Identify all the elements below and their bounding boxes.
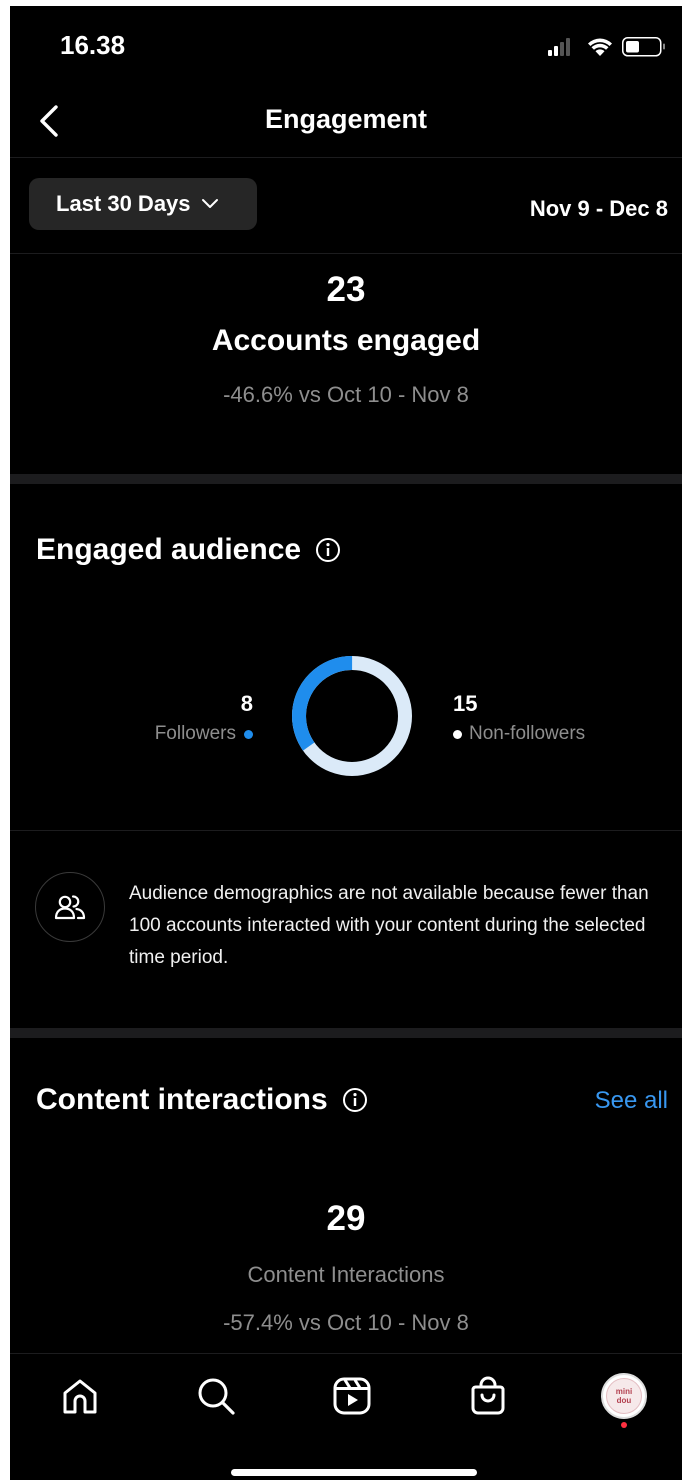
date-range-dropdown-label: Last 30 Days [56,191,191,216]
audience-divider [10,830,682,831]
followers-value: 8 [240,691,253,716]
non-followers-dot [453,729,462,739]
followers-dot [244,729,253,739]
accounts-engaged-comparison: -46.6% vs Oct 10 - Nov 8 [223,382,469,407]
info-icon[interactable] [342,1087,368,1113]
people-icon [54,895,86,920]
tab-reels[interactable] [330,1374,374,1418]
audience-notice-text: Audience demographics are not available … [129,883,649,968]
screen: 16.38 Engagement Last 30 Days Nov 9 - De… [10,6,682,1480]
shop-icon [471,1376,505,1415]
signal-icon [548,38,570,56]
accounts-engaged-label: Accounts engaged [211,324,481,357]
section-divider [10,474,682,484]
chevron-down-icon [201,199,218,208]
status-time: 16.38 [60,30,126,60]
page-title: Engagement [264,104,428,134]
filter-divider [10,253,682,254]
followers-segment [292,656,412,776]
info-icon[interactable] [315,537,341,563]
engaged-audience-title: Engaged audience [36,533,341,567]
reels-icon [333,1377,371,1415]
home-indicator [231,1469,477,1476]
content-interactions-value: 29 [326,1199,366,1238]
accounts-engaged-value: 23 [326,270,366,309]
see-all-link[interactable]: See all [595,1087,668,1115]
content-interactions-label: Content Interactions [247,1262,445,1287]
non-followers-legend: 15 Non-followers [453,691,633,745]
tab-profile-avatar[interactable]: mini dou [601,1373,647,1419]
non-followers-value: 15 [453,691,478,716]
non-followers-label-row: Non-followers [453,723,633,745]
tab-home[interactable] [58,1374,102,1418]
profile-notification-dot [621,1422,627,1428]
content-interactions-title: Content interactions [36,1083,368,1117]
avatar: mini dou [606,1378,642,1414]
followers-label-row: Followers [143,723,253,745]
followers-legend: 8 Followers [143,691,253,745]
search-icon [198,1378,235,1415]
status-icons [548,37,665,57]
tab-search[interactable] [194,1374,238,1418]
wifi-icon [588,38,612,56]
home-icon [63,1379,97,1414]
date-range-text: Nov 9 - Dec 8 [529,196,668,221]
followers-label: Followers [154,723,236,744]
date-range-dropdown[interactable]: Last 30 Days [29,178,257,230]
section-divider-2 [10,1028,682,1038]
audience-notice-icon-wrap [35,872,105,942]
engaged-audience-donut-chart [292,656,412,776]
header-divider [10,157,682,158]
battery-icon [622,37,665,57]
non-followers-label: Non-followers [469,723,586,744]
content-interactions-comparison: -57.4% vs Oct 10 - Nov 8 [223,1310,469,1335]
tab-shop[interactable] [466,1374,510,1418]
